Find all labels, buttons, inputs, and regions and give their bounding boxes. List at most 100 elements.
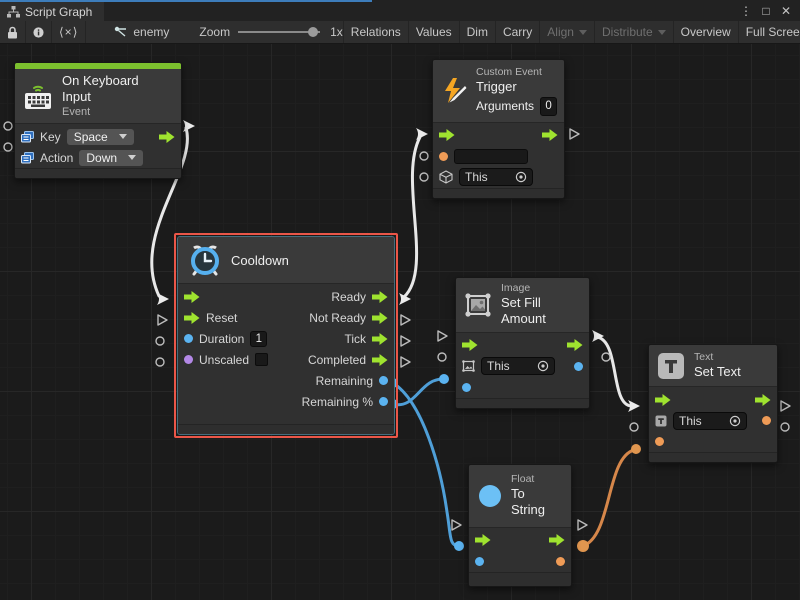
target-object-picker[interactable]: This [481,357,555,375]
zoom-slider[interactable] [238,31,320,33]
maximize-icon[interactable]: □ [758,4,774,18]
port-cooldown-completed-out[interactable] [401,357,410,367]
cap-image-fill-in[interactable] [439,374,449,384]
cap-float-in[interactable] [454,541,464,551]
target-value: This [487,359,510,373]
flow-arrow-icon[interactable] [549,534,565,546]
flow-arrow-icon[interactable] [184,291,200,303]
unscaled-checkbox[interactable] [255,353,268,366]
port-customevent-flow-in[interactable] [416,128,428,140]
flow-arrow-icon[interactable] [159,131,175,143]
wire-ready-to-customevent[interactable] [404,137,420,297]
flow-arrow-icon[interactable] [542,129,558,141]
port-keyboard-key-out[interactable] [4,122,12,130]
float-port-dot[interactable] [475,557,484,566]
port-text-out[interactable] [781,423,789,431]
float-port-dot[interactable] [379,376,388,385]
arguments-field[interactable]: 0 [540,97,557,115]
code-view-button[interactable]: ⟨×⟩ [52,21,86,43]
flow-arrow-icon[interactable] [372,354,388,366]
port-float-flow-in[interactable] [452,520,461,530]
relations-button[interactable]: Relations [343,21,408,43]
port-text-target-in[interactable] [630,423,638,431]
close-icon[interactable]: ✕ [778,4,794,18]
port-cooldown-reset-in[interactable] [158,315,167,325]
window-menu-icon[interactable]: ⋮ [738,4,754,18]
keyboard-icon [23,83,53,110]
port-customevent-flow-out[interactable] [570,129,579,139]
port-text-flow-out[interactable] [781,401,790,411]
flow-arrow-icon[interactable] [567,339,583,351]
flow-arrow-icon[interactable] [462,339,478,351]
action-dropdown[interactable]: Down [79,150,143,166]
flow-arrow-icon[interactable] [655,394,671,406]
cap-text-string-in[interactable] [631,444,641,454]
cap-float-out[interactable] [577,540,589,552]
duration-field[interactable]: 1 [250,331,267,347]
node-footer [456,398,589,408]
dim-button[interactable]: Dim [459,21,495,43]
values-button[interactable]: Values [408,21,459,43]
event-name-field[interactable] [454,149,528,164]
port-keyboard-flow-out[interactable] [183,120,195,132]
node-on-keyboard-input[interactable]: On Keyboard Input Event Key Space [14,62,182,179]
carry-button[interactable]: Carry [495,21,539,43]
node-text-set-text[interactable]: Text Set Text This [648,344,778,463]
float-port-dot[interactable] [574,362,583,371]
port-row-flow [433,125,564,146]
flow-arrow-icon[interactable] [755,394,771,406]
wire-remaining-to-float[interactable] [393,383,459,546]
target-object-picker[interactable]: This [673,412,747,430]
object-picker-icon[interactable] [729,415,741,427]
port-cooldown-flow-in[interactable] [157,293,169,305]
port-image-fill-out[interactable] [602,353,610,361]
port-keyboard-action-out[interactable] [4,143,12,151]
node-title: On Keyboard Input [62,73,171,106]
node-float-to-string[interactable]: Float To String [468,464,572,587]
wire-float-to-text[interactable] [583,450,634,546]
fullscreen-button[interactable]: Full Screen [738,21,800,43]
flow-arrow-icon[interactable] [184,312,200,324]
port-image-flow-in[interactable] [438,331,447,341]
object-picker-icon[interactable] [515,171,527,183]
float-port-dot[interactable] [379,397,388,406]
flow-arrow-icon[interactable] [372,333,388,345]
bool-port-dot[interactable] [184,355,193,364]
port-cooldown-notready-out[interactable] [401,315,410,325]
target-object-picker[interactable]: This [459,168,533,186]
port-customevent-name-in[interactable] [420,152,428,160]
port-float-flow-out[interactable] [578,520,587,530]
zoom-slider-handle[interactable] [308,27,318,37]
wire-image-to-text[interactable] [597,337,631,406]
flow-arrow-icon[interactable] [439,129,455,141]
lock-button[interactable] [0,21,26,43]
node-image-set-fill-amount[interactable]: Image Set Fill Amount [455,277,590,409]
tab-script-graph[interactable]: Script Graph [0,2,104,21]
wire-remainingpct-to-image[interactable] [393,379,444,405]
port-cooldown-unscaled-in[interactable] [156,358,164,366]
flow-arrow-icon[interactable] [475,534,491,546]
float-port-dot[interactable] [184,334,193,343]
string-port-dot[interactable] [439,152,448,161]
info-button[interactable] [26,21,52,43]
flow-arrow-icon[interactable] [372,291,388,303]
overview-button[interactable]: Overview [673,21,738,43]
node-trigger-custom-event[interactable]: Custom Event Trigger Arguments 0 [432,59,565,199]
port-cooldown-tick-out[interactable] [401,336,410,346]
object-picker-icon[interactable] [537,360,549,372]
flow-arrow-icon[interactable] [372,312,388,324]
key-dropdown[interactable]: Space [67,129,134,145]
string-port-dot[interactable] [655,437,664,446]
graph-canvas[interactable]: On Keyboard Input Event Key Space [0,44,800,600]
port-cooldown-duration-in[interactable] [156,337,164,345]
string-port-dot[interactable] [556,557,565,566]
align-dropdown[interactable]: Align [539,21,594,43]
string-port-dot[interactable] [762,416,771,425]
graph-reference[interactable]: enemy [114,21,169,43]
distribute-dropdown[interactable]: Distribute [594,21,673,43]
port-image-target-in[interactable] [438,353,446,361]
tab-title: Script Graph [25,5,92,19]
node-cooldown[interactable]: Cooldown Ready [177,236,395,435]
port-customevent-target-in[interactable] [420,173,428,181]
float-port-dot[interactable] [462,383,471,392]
